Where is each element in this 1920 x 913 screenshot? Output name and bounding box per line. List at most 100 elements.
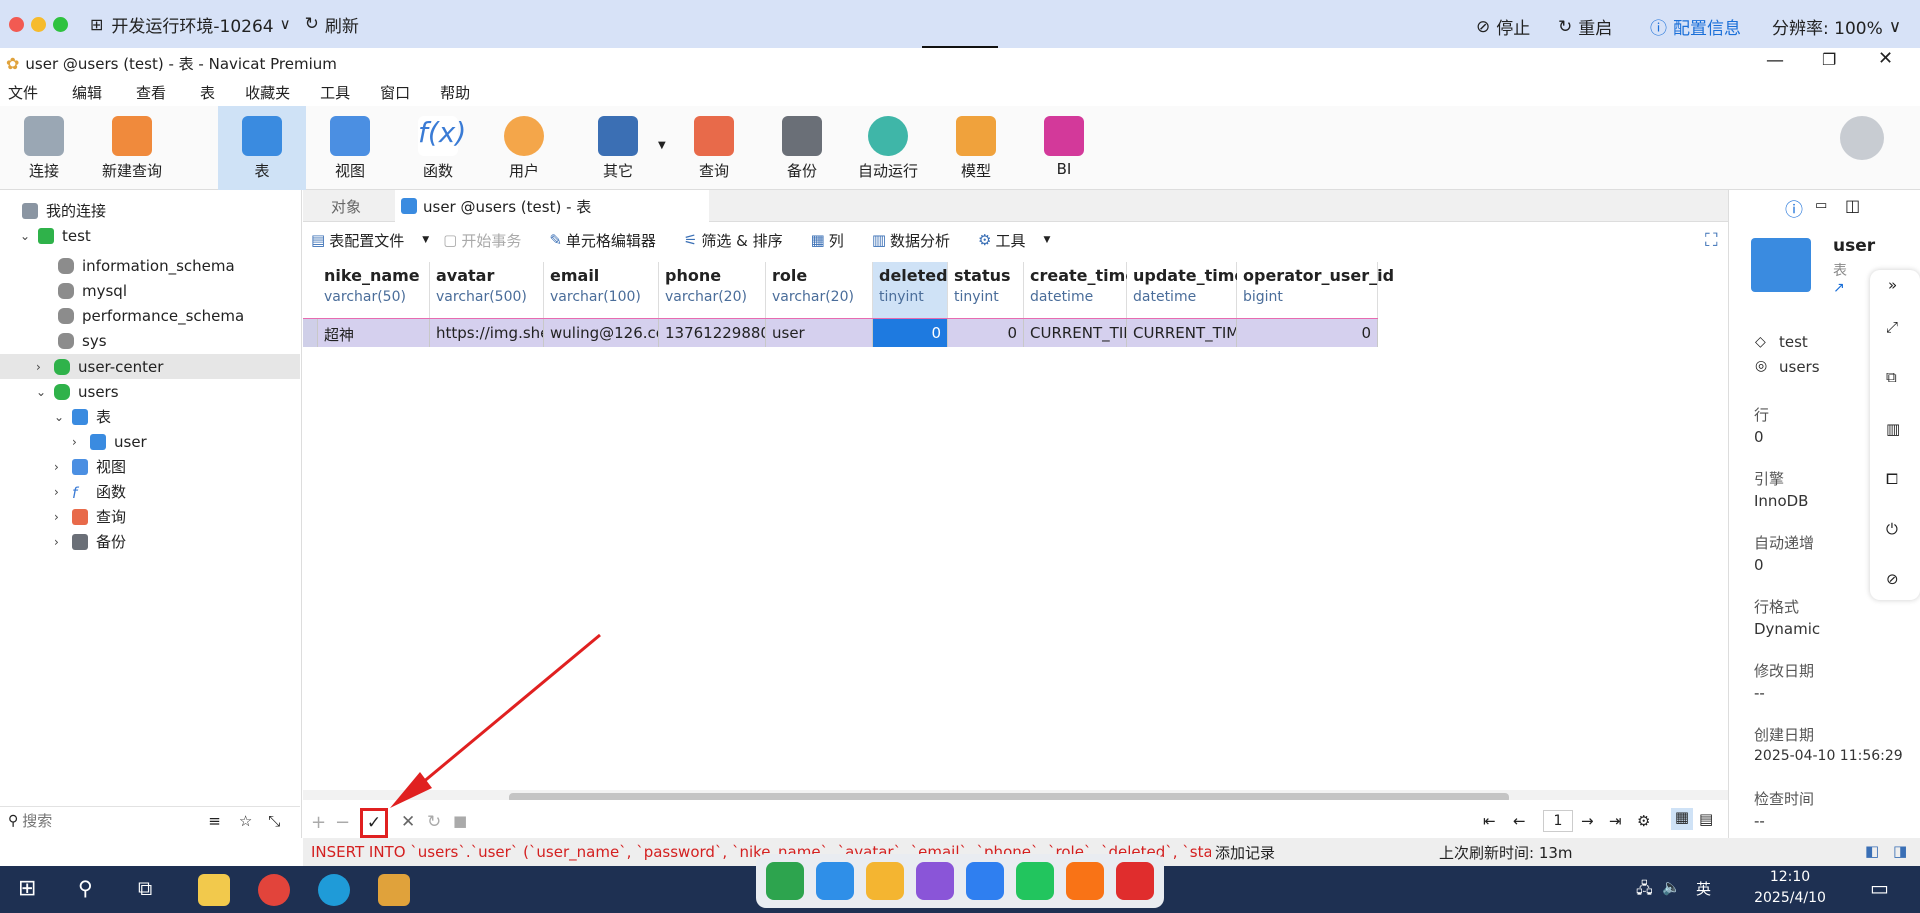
- tree-db-user-center[interactable]: › user-center: [36, 354, 163, 379]
- ribbon-query[interactable]: 查询: [670, 106, 758, 190]
- split-icon[interactable]: ⧉: [1886, 368, 1897, 386]
- edge-icon[interactable]: [318, 874, 350, 906]
- tree-group-queries[interactable]: › 查询: [54, 504, 126, 529]
- menu-tools[interactable]: 工具: [320, 82, 350, 103]
- ribbon-function[interactable]: f(x) 函数: [394, 106, 482, 190]
- tree-table-user[interactable]: › user: [72, 429, 147, 454]
- tree-conn-test[interactable]: ⌄ test: [20, 223, 91, 248]
- profile-button[interactable]: ▤ 表配置文件 ▼: [311, 230, 429, 251]
- dock-desktop-icon[interactable]: [816, 862, 854, 900]
- refresh-button[interactable]: 刷新: [325, 12, 359, 37]
- cell-operator-user-id[interactable]: 0: [1237, 319, 1378, 347]
- panel-left-icon[interactable]: ◧: [1865, 842, 1879, 860]
- cell-deleted[interactable]: 0: [873, 319, 948, 347]
- tree-db-mysql[interactable]: mysql: [58, 278, 127, 303]
- maximize-dot-icon[interactable]: [53, 16, 68, 32]
- cell-nike-name[interactable]: 超神: [318, 319, 430, 347]
- column-header-role[interactable]: role varchar(20): [766, 262, 873, 318]
- refresh-icon[interactable]: ↻: [427, 812, 441, 832]
- volume-icon[interactable]: 🔈: [1662, 878, 1681, 896]
- dock-files-icon[interactable]: [866, 862, 904, 900]
- filter-sort-button[interactable]: ⚟ 筛选 & 排序: [684, 230, 797, 251]
- chevron-down-icon[interactable]: ⌄: [54, 410, 66, 424]
- ribbon-automation[interactable]: 自动运行: [844, 106, 932, 190]
- dock-settings-icon[interactable]: [1066, 862, 1104, 900]
- ribbon-bi[interactable]: BI: [1020, 106, 1108, 190]
- discard-changes-icon[interactable]: ✕: [401, 812, 415, 832]
- preview-icon[interactable]: ◫: [1845, 196, 1860, 215]
- next-page-icon[interactable]: →: [1581, 812, 1594, 830]
- tools-button[interactable]: ⚙ 工具 ▼: [978, 230, 1050, 251]
- ribbon-user[interactable]: 用户: [480, 106, 568, 190]
- fullscreen-icon[interactable]: ⛶: [1705, 230, 1718, 251]
- chevron-right-icon[interactable]: ›: [54, 510, 66, 524]
- config-button[interactable]: ⓘ 配置信息: [1650, 14, 1741, 39]
- tab-objects[interactable]: 对象: [331, 196, 361, 217]
- close-dot-icon[interactable]: [9, 16, 24, 32]
- menu-window[interactable]: 窗口: [380, 82, 410, 103]
- cell-email[interactable]: wuling@126.com: [544, 319, 659, 347]
- menu-favorites[interactable]: 收藏夹: [245, 82, 290, 103]
- ddl-icon[interactable]: ▭: [1815, 198, 1827, 213]
- column-header-nike-name[interactable]: nike_name varchar(50): [318, 262, 430, 318]
- settings-icon[interactable]: ⚙: [1637, 812, 1650, 830]
- dock-chat-icon[interactable]: [1016, 862, 1054, 900]
- chevron-right-icon[interactable]: ›: [54, 535, 66, 549]
- tree-db-performance-schema[interactable]: performance_schema: [58, 303, 244, 328]
- fullscreen-icon[interactable]: ⤢: [1886, 318, 1898, 336]
- stop-icon[interactable]: ■: [453, 812, 467, 830]
- last-page-icon[interactable]: ⇥: [1609, 812, 1622, 830]
- expand-icon[interactable]: »: [1888, 276, 1897, 294]
- notification-icon[interactable]: ▭: [1870, 876, 1889, 900]
- tree-my-connections[interactable]: 我的连接: [22, 198, 106, 223]
- refresh-icon[interactable]: ↻: [305, 14, 319, 34]
- chrome-icon[interactable]: [258, 874, 290, 906]
- data-analysis-button[interactable]: ▥ 数据分析: [872, 230, 964, 251]
- panel-right-icon[interactable]: ◨: [1893, 842, 1907, 860]
- columns-button[interactable]: ▦ 列: [811, 230, 858, 251]
- dock-ai-icon[interactable]: [966, 862, 1004, 900]
- tree-db-users[interactable]: ⌄ users: [36, 379, 119, 404]
- chevron-right-icon[interactable]: ›: [36, 360, 48, 374]
- column-header-update-time[interactable]: update_time datetime: [1127, 262, 1245, 318]
- ribbon-new-query[interactable]: 新建查询: [88, 106, 176, 190]
- copy-icon[interactable]: ⧠: [1886, 470, 1898, 488]
- minimize-dot-icon[interactable]: [31, 16, 46, 32]
- dock-power-icon[interactable]: [1116, 862, 1154, 900]
- page-number-input[interactable]: 1: [1543, 810, 1573, 832]
- menu-table[interactable]: 表: [200, 82, 215, 103]
- menu-view[interactable]: 查看: [136, 82, 166, 103]
- navicat-icon[interactable]: [378, 874, 410, 906]
- chevron-right-icon[interactable]: ›: [54, 485, 66, 499]
- form-view-icon[interactable]: ▤: [1699, 810, 1713, 828]
- stop-button[interactable]: ⊘ 停止: [1476, 14, 1530, 40]
- ribbon-other[interactable]: 其它: [574, 106, 662, 190]
- ribbon-model[interactable]: 模型: [932, 106, 1020, 190]
- menu-file[interactable]: 文件: [8, 82, 38, 103]
- cell-editor-button[interactable]: ✎ 单元格编辑器: [549, 230, 670, 251]
- file-explorer-icon[interactable]: [198, 874, 230, 906]
- column-header-operator-user-id[interactable]: operator_user_id bigint: [1237, 262, 1394, 318]
- chevron-right-icon[interactable]: ›: [54, 460, 66, 474]
- collapse-icon[interactable]: ⤡: [268, 812, 280, 830]
- cell-update-time[interactable]: CURRENT_TIMES: [1127, 319, 1237, 347]
- layout-icon[interactable]: ▥: [1886, 420, 1900, 438]
- windows-start-icon[interactable]: ⊞: [18, 876, 36, 901]
- tree-db-sys[interactable]: sys: [58, 328, 107, 353]
- ribbon-view[interactable]: 视图: [306, 106, 394, 190]
- dock-sign-icon[interactable]: [766, 862, 804, 900]
- delete-record-icon[interactable]: −: [335, 812, 350, 833]
- column-header-phone[interactable]: phone varchar(20): [659, 262, 766, 318]
- cell-role[interactable]: user: [766, 319, 873, 347]
- tree-group-functions[interactable]: › f 函数: [54, 479, 126, 504]
- menu-help[interactable]: 帮助: [440, 82, 470, 103]
- column-header-create-time[interactable]: create_time datetime: [1024, 262, 1136, 318]
- apply-changes-button[interactable]: ✓: [360, 808, 388, 838]
- add-record-icon[interactable]: +: [311, 812, 326, 833]
- column-header-avatar[interactable]: avatar varchar(500): [430, 262, 544, 318]
- dock-book-icon[interactable]: [916, 862, 954, 900]
- close-icon[interactable]: ✕: [1878, 48, 1893, 69]
- column-header-deleted[interactable]: deleted tinyint: [873, 262, 948, 318]
- resolution-select[interactable]: 分辨率: 100% ∨: [1772, 14, 1901, 40]
- column-header-status[interactable]: status tinyint: [948, 262, 1024, 318]
